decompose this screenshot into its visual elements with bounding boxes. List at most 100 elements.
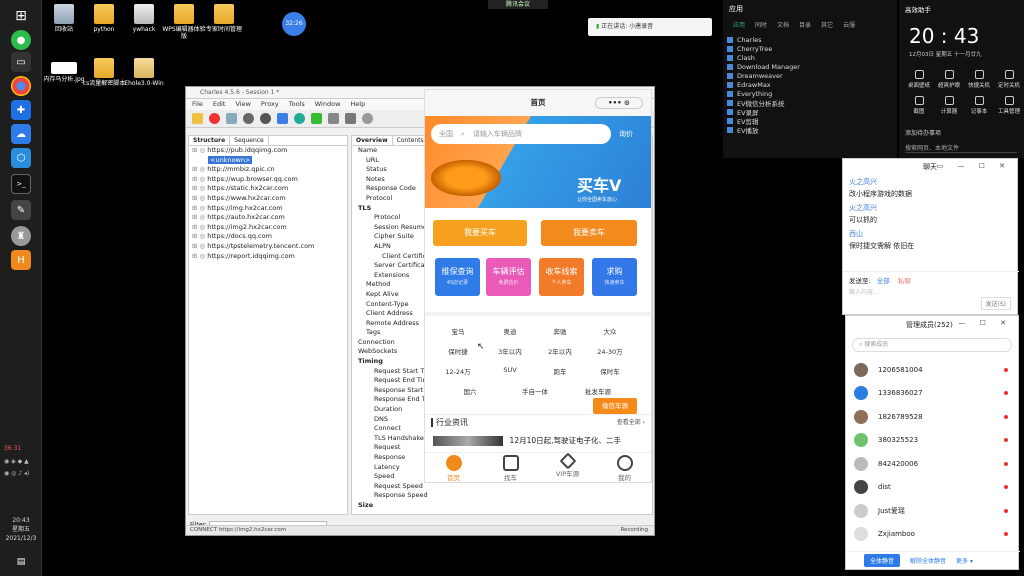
member-row[interactable]: 1336836027 <box>846 382 1018 406</box>
more-button[interactable]: 更多 ▾ <box>956 556 973 565</box>
send-to-select[interactable]: 全部 <box>877 277 890 285</box>
inquiry-button[interactable]: 询价 <box>619 124 633 144</box>
brand-item[interactable]: 保时捷 <box>433 346 483 356</box>
chrome-icon[interactable] <box>11 76 31 96</box>
tool-eye-care[interactable]: 超爽护眼 <box>935 70 963 89</box>
assistant-search[interactable]: 搜索网页、本地文件 <box>905 143 1017 153</box>
host-node[interactable]: ⊞ ◎ https://img.hx2car.com <box>192 204 347 214</box>
expand-icon[interactable]: ⊞ ◎ <box>192 213 207 221</box>
service-maintenance[interactable]: 维保查询 4S店记录 <box>435 258 480 296</box>
apps-tab[interactable]: 其它 <box>821 20 833 29</box>
taskbar-clock[interactable]: 20:43 星期五 2021/12/3 <box>4 516 38 543</box>
brand-item[interactable]: SUV <box>485 366 535 374</box>
apps-tab[interactable]: 文档 <box>777 20 789 29</box>
expand-icon[interactable]: ⊞ ◎ <box>192 194 207 202</box>
editor-icon[interactable]: ✎ <box>11 200 31 220</box>
tool-calculator[interactable]: 计算器 <box>935 96 963 115</box>
record-icon[interactable] <box>209 113 220 124</box>
pen-icon[interactable] <box>277 113 288 124</box>
private-chat[interactable]: 私聊 <box>898 277 911 285</box>
host-node[interactable]: ⊞ ◎ https://report.idqqimg.com <box>192 252 347 262</box>
window-controls[interactable]: — ☐ ✕ <box>958 319 1012 327</box>
app-item[interactable]: Clash <box>723 53 897 62</box>
tool-screenshot[interactable]: 截图 <box>905 96 933 115</box>
brand-item[interactable]: 手自一体 <box>510 386 560 396</box>
apps-tab[interactable]: 同时 <box>755 20 767 29</box>
apps-tab[interactable]: 云服 <box>843 20 855 29</box>
hx2car-app-icon[interactable]: H <box>11 250 31 270</box>
member-row[interactable]: Just爱瑶 <box>846 499 1018 523</box>
city-select[interactable]: 全国 <box>439 124 453 144</box>
turtle-icon[interactable] <box>243 113 254 124</box>
news-item[interactable]: 12月10日起,驾驶证电子化、二手 <box>510 436 621 445</box>
apps-tab[interactable]: 应用 <box>733 20 745 29</box>
brand-item[interactable]: 宝马 <box>433 326 483 336</box>
banner[interactable]: 全国 ⌕ 请输入车辆品牌 询价 买车V 让你全国卖车放心 <box>425 116 651 208</box>
menu-tools[interactable]: Tools <box>289 100 305 109</box>
brand-item[interactable]: 24-30万 <box>585 346 635 356</box>
tab-sequence[interactable]: Sequence <box>230 136 269 145</box>
expand-icon[interactable]: ⊞ ◎ <box>192 204 207 212</box>
expand-icon[interactable]: ⊞ ◎ <box>192 165 207 173</box>
tab-structure[interactable]: Structure <box>189 136 231 145</box>
window-controls[interactable]: ▭ — ☐ ✕ <box>937 162 1011 170</box>
search-box[interactable]: 全国 ⌕ 请输入车辆品牌 <box>431 124 611 144</box>
news-more-link[interactable]: 查看全部 › <box>617 417 645 426</box>
chat-input[interactable]: 输入内容… <box>849 287 879 296</box>
refresh-icon[interactable] <box>294 113 305 124</box>
property-row[interactable]: Request Speed <box>358 482 652 492</box>
windows-start-icon[interactable]: ⊞ <box>11 6 31 26</box>
voice-indicator[interactable]: ▮ 正在讲话: 小唐录音 <box>588 18 712 36</box>
tool-shutdown[interactable]: 快捷关机 <box>965 70 993 89</box>
app-item[interactable]: EV播放 <box>723 125 897 135</box>
member-search[interactable]: ⌕ 搜索成员 <box>852 338 1012 352</box>
buy-car-button[interactable]: 我要买车 <box>433 220 527 246</box>
expand-icon[interactable]: ⊞ ◎ <box>192 184 207 192</box>
menu-proxy[interactable]: Proxy <box>261 100 279 109</box>
desktop-icon-ywhack[interactable]: ywhack <box>122 4 166 33</box>
mic-muted-icon[interactable] <box>1004 532 1008 537</box>
check-icon[interactable] <box>311 113 322 124</box>
brand-item[interactable]: 保时车 <box>585 366 635 376</box>
desktop-icon[interactable]: ▭ <box>11 52 31 72</box>
mic-muted-icon[interactable] <box>1004 508 1008 513</box>
desktop-icon-cs-decrypt[interactable]: cs流量解密脚本 <box>82 58 126 87</box>
sell-car-button[interactable]: 我要卖车 <box>541 220 637 246</box>
tab-overview[interactable]: Overview <box>352 136 393 145</box>
host-node[interactable]: ⊞ ◎ https://pub.idqqimg.com <box>192 146 347 156</box>
expand-icon[interactable]: ⊞ ◎ <box>192 232 207 240</box>
app-item[interactable]: Dreamweaver <box>723 71 897 80</box>
menu-view[interactable]: View <box>235 100 250 109</box>
brand-item[interactable]: 国六 <box>445 386 495 396</box>
notification-icon[interactable]: ▤ <box>11 552 31 572</box>
tab-home[interactable]: 首页 <box>425 453 482 482</box>
desktop-icon-wps[interactable]: WPS编辑器体验版 <box>162 4 206 40</box>
property-row[interactable]: Response Speed <box>358 491 652 501</box>
host-node[interactable]: ⊞ ◎ https://img2.hx2car.com <box>192 223 347 233</box>
desktop-icon-memshell-jpg[interactable]: 内存马分析.jpg <box>42 62 86 83</box>
tab-mine[interactable]: 我的 <box>596 453 651 482</box>
tool-timer-shutdown[interactable]: 定时关机 <box>995 70 1023 89</box>
property-row[interactable]: Size <box>358 501 652 511</box>
host-node[interactable]: ⊞ ◎ https://auto.hx2car.com <box>192 213 347 223</box>
mic-muted-icon[interactable] <box>1004 485 1008 490</box>
settings-icon[interactable] <box>362 113 373 124</box>
expand-icon[interactable]: ⊞ ◎ <box>192 223 207 231</box>
expand-icon[interactable]: ⊞ ◎ <box>192 242 207 250</box>
meeting-topbar[interactable]: 腾讯会议 <box>488 0 548 9</box>
feishu-icon[interactable]: ✚ <box>11 100 31 120</box>
wrench-icon[interactable] <box>345 113 356 124</box>
tencent-meeting-icon[interactable]: ☁ <box>11 124 31 144</box>
host-node[interactable]: ⊞ ◎ https://tpstelemetry.tencent.com <box>192 242 347 252</box>
app-item[interactable]: Download Manager <box>723 62 897 71</box>
add-task[interactable]: 添加待办事项 <box>905 128 941 137</box>
app-item[interactable]: CherryTree <box>723 44 897 53</box>
member-row[interactable]: 842420006 <box>846 452 1018 476</box>
host-node[interactable]: ⊞ ◎ https://docs.qq.com <box>192 232 347 242</box>
member-row[interactable]: 1826789528 <box>846 405 1018 429</box>
wechat-icon[interactable]: ● <box>11 30 31 50</box>
desktop-icon-recycle-bin[interactable]: 回收站 <box>42 4 86 33</box>
apps-tab[interactable]: 目录 <box>799 20 811 29</box>
desktop-icon-expert[interactable]: 专家时间管理 <box>202 4 246 33</box>
host-node[interactable]: <unknown> <box>192 155 347 166</box>
